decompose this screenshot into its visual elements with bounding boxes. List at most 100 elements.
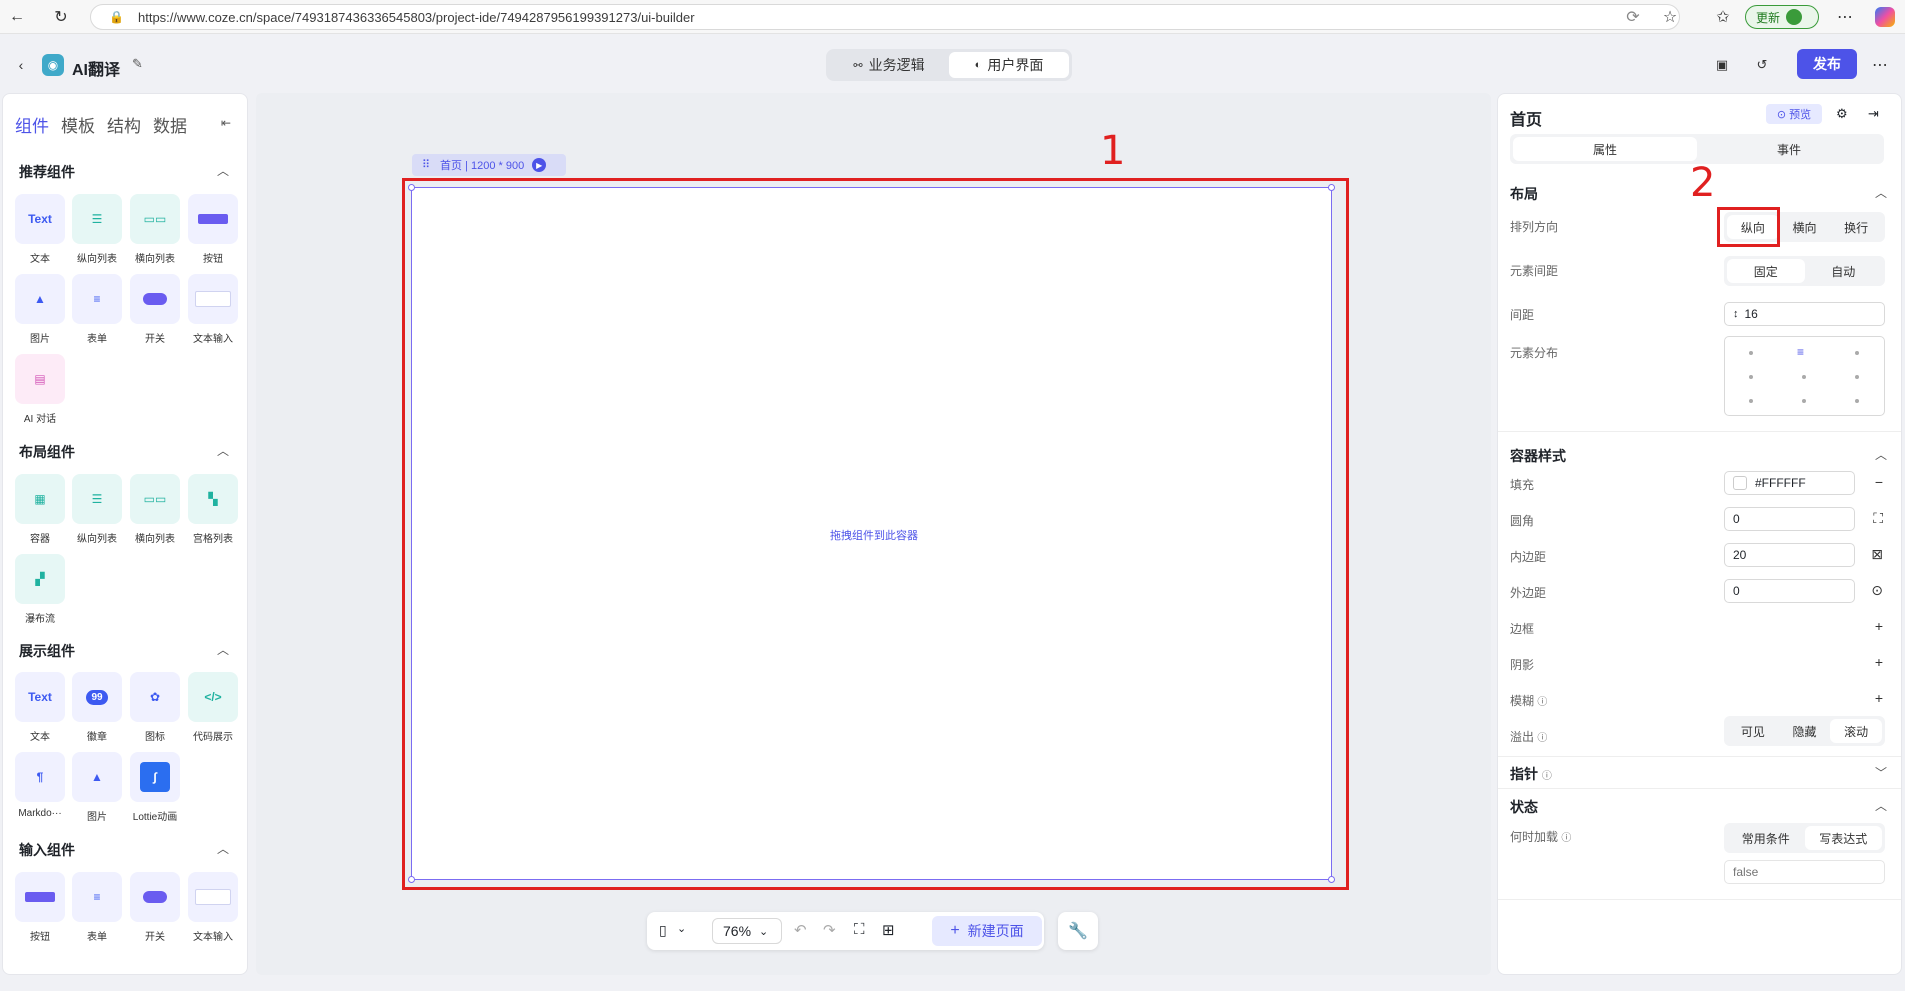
component-input-text[interactable]: 文本输入 bbox=[188, 872, 238, 943]
component-icon[interactable]: ✿ 图标 bbox=[130, 672, 180, 743]
component-text[interactable]: Text 文本 bbox=[15, 194, 65, 265]
publish-button[interactable]: 发布 bbox=[1797, 49, 1857, 79]
component-input-switch[interactable]: 开关 bbox=[130, 872, 180, 943]
component-text-input[interactable]: 文本输入 bbox=[188, 274, 238, 345]
gap-fixed[interactable]: 固定 bbox=[1727, 259, 1805, 283]
add-shadow-plus-icon[interactable]: + bbox=[1875, 654, 1883, 670]
chevron-up-icon[interactable]: ︿ bbox=[217, 442, 229, 459]
component-vertical-list[interactable]: ☰ 纵向列表 bbox=[72, 474, 122, 545]
color-swatch[interactable] bbox=[1733, 476, 1747, 490]
update-button[interactable]: 更新 bbox=[1745, 5, 1819, 29]
settings-icon[interactable]: ⚙ bbox=[1836, 106, 1848, 122]
component-image[interactable]: ▲ 图片 bbox=[15, 274, 65, 345]
expand-panel-icon[interactable]: ⇥ bbox=[1868, 106, 1879, 122]
tab-data[interactable]: 数据 bbox=[153, 112, 187, 137]
annotation-label-2: 2 bbox=[1690, 160, 1716, 206]
component-horizontal-list[interactable]: ▭▭ 横向列表 bbox=[130, 194, 180, 265]
gap-auto[interactable]: 自动 bbox=[1805, 259, 1883, 283]
chevron-up-icon[interactable]: ︿ bbox=[1875, 446, 1887, 463]
component-ai-chat[interactable]: ▤ AI 对话 bbox=[15, 354, 65, 425]
new-page-button[interactable]: + 新建页面 bbox=[932, 916, 1042, 946]
component-vertical-list[interactable]: ☰ 纵向列表 bbox=[72, 194, 122, 265]
component-switch[interactable]: 开关 bbox=[130, 274, 180, 345]
undo-icon[interactable]: ↶ bbox=[794, 921, 807, 939]
star-icon[interactable]: ☆ bbox=[1659, 6, 1681, 28]
margin-input[interactable]: 0 bbox=[1724, 579, 1855, 603]
overflow-hidden[interactable]: 隐藏 bbox=[1779, 719, 1831, 743]
favorites-icon[interactable]: ✩ bbox=[1712, 6, 1734, 28]
component-display-text[interactable]: Text 文本 bbox=[15, 672, 65, 743]
chevron-down-icon[interactable]: ﹀ bbox=[1875, 764, 1887, 781]
component-badge[interactable]: 99 徽章 bbox=[72, 672, 122, 743]
component-input-button[interactable]: 按钮 bbox=[15, 872, 65, 943]
direction-wrap[interactable]: 换行 bbox=[1830, 215, 1882, 239]
fill-input[interactable]: #FFFFFF bbox=[1724, 471, 1855, 495]
component-button[interactable]: 按钮 bbox=[188, 194, 238, 265]
annotation-box-1 bbox=[402, 178, 1349, 890]
component-horizontal-list[interactable]: ▭▭ 横向列表 bbox=[130, 474, 180, 545]
component-display-image[interactable]: ▲ 图片 bbox=[72, 752, 122, 823]
component-waterfall[interactable]: ▞ 瀑布流 bbox=[15, 554, 65, 625]
direction-horizontal[interactable]: 横向 bbox=[1779, 215, 1831, 239]
reload-icon[interactable]: ↻ bbox=[50, 6, 72, 28]
overflow-visible[interactable]: 可见 bbox=[1727, 719, 1779, 743]
add-blur-plus-icon[interactable]: + bbox=[1875, 690, 1883, 706]
tab-templates[interactable]: 模板 bbox=[61, 112, 95, 137]
gap-input[interactable]: ↕ 16 bbox=[1724, 302, 1885, 326]
tab-properties[interactable]: 属性 bbox=[1513, 137, 1697, 161]
padding-input[interactable]: 20 bbox=[1724, 543, 1855, 567]
wrench-icon[interactable]: 🔧 bbox=[1058, 912, 1098, 950]
more-menu-icon[interactable]: ⋯ bbox=[1869, 54, 1891, 76]
tab-user-interface[interactable]: ◐ 用户界面 bbox=[949, 52, 1069, 78]
expression-input[interactable] bbox=[1724, 860, 1885, 884]
add-border-plus-icon[interactable]: + bbox=[1875, 618, 1883, 634]
radius-input[interactable]: 0 bbox=[1724, 507, 1855, 531]
distribution-grid[interactable]: ≡ bbox=[1724, 336, 1885, 416]
component-lottie[interactable]: ∫ Lottie动画 bbox=[130, 752, 180, 823]
chevron-up-icon[interactable]: ︿ bbox=[217, 840, 229, 857]
palette-icon: ◐ bbox=[974, 59, 982, 71]
chevron-up-icon[interactable]: ︿ bbox=[217, 641, 229, 658]
tab-business-logic[interactable]: ⚯ 业务逻辑 bbox=[829, 52, 949, 78]
tab-components[interactable]: 组件 bbox=[15, 112, 49, 137]
component-markdown[interactable]: ¶ Markdo··· bbox=[15, 752, 65, 819]
collapse-panel-icon[interactable]: ⇤ bbox=[221, 116, 231, 130]
component-container[interactable]: ▦ 容器 bbox=[15, 474, 65, 545]
copilot-icon[interactable] bbox=[1875, 7, 1895, 27]
component-form[interactable]: ≡ 表单 bbox=[72, 274, 122, 345]
back-chevron-icon[interactable]: ‹ bbox=[10, 54, 32, 76]
component-code-display[interactable]: </> 代码展示 bbox=[188, 672, 238, 743]
chevron-up-icon[interactable]: ︿ bbox=[1875, 797, 1887, 814]
zoom-select[interactable]: 76% ⌄ bbox=[712, 918, 782, 944]
tab-structure[interactable]: 结构 bbox=[107, 112, 141, 137]
edit-icon[interactable]: ✎ bbox=[132, 56, 143, 72]
code-icon: </> bbox=[188, 672, 238, 722]
load-common-condition[interactable]: 常用条件 bbox=[1727, 826, 1805, 850]
redo-icon[interactable]: ↷ bbox=[823, 921, 836, 939]
grid-view-icon[interactable]: ⊞ bbox=[882, 921, 895, 939]
mouse-icon[interactable]: ▯ bbox=[659, 922, 667, 939]
chevron-up-icon[interactable]: ︿ bbox=[217, 162, 229, 179]
component-grid-list[interactable]: ▚ 宫格列表 bbox=[188, 474, 238, 545]
margin-icon[interactable]: ⊙ bbox=[1871, 582, 1883, 599]
translate-icon[interactable]: ⟳ bbox=[1622, 6, 1644, 28]
load-write-expression[interactable]: 写表达式 bbox=[1804, 826, 1882, 850]
align-top-center-icon[interactable]: ≡ bbox=[1797, 346, 1809, 358]
back-arrow-icon[interactable]: ← bbox=[6, 6, 28, 28]
overflow-scroll[interactable]: 滚动 bbox=[1830, 719, 1883, 743]
tab-events[interactable]: 事件 bbox=[1697, 137, 1881, 161]
padding-icon[interactable]: ⊠ bbox=[1871, 546, 1883, 563]
history-icon[interactable]: ↺ bbox=[1751, 54, 1773, 76]
update-label: 更新 bbox=[1756, 10, 1781, 25]
more-dots-icon[interactable]: ⋯ bbox=[1834, 6, 1856, 28]
chevron-down-icon[interactable]: ⌄ bbox=[677, 922, 686, 935]
minus-icon[interactable]: − bbox=[1875, 474, 1883, 490]
corner-radius-icon[interactable]: ⛶ bbox=[1873, 510, 1883, 527]
play-icon[interactable]: ▶ bbox=[532, 158, 547, 172]
component-input-form[interactable]: ≡ 表单 bbox=[72, 872, 122, 943]
fit-screen-icon[interactable]: ⛶ bbox=[854, 921, 865, 938]
preview-button[interactable]: ⊙ 预览 bbox=[1766, 104, 1822, 124]
archive-icon[interactable]: ▣ bbox=[1711, 54, 1733, 76]
page-label[interactable]: ⠿ 首页 | 1200 * 900 ▶ bbox=[412, 154, 566, 176]
chevron-up-icon[interactable]: ︿ bbox=[1875, 184, 1887, 201]
